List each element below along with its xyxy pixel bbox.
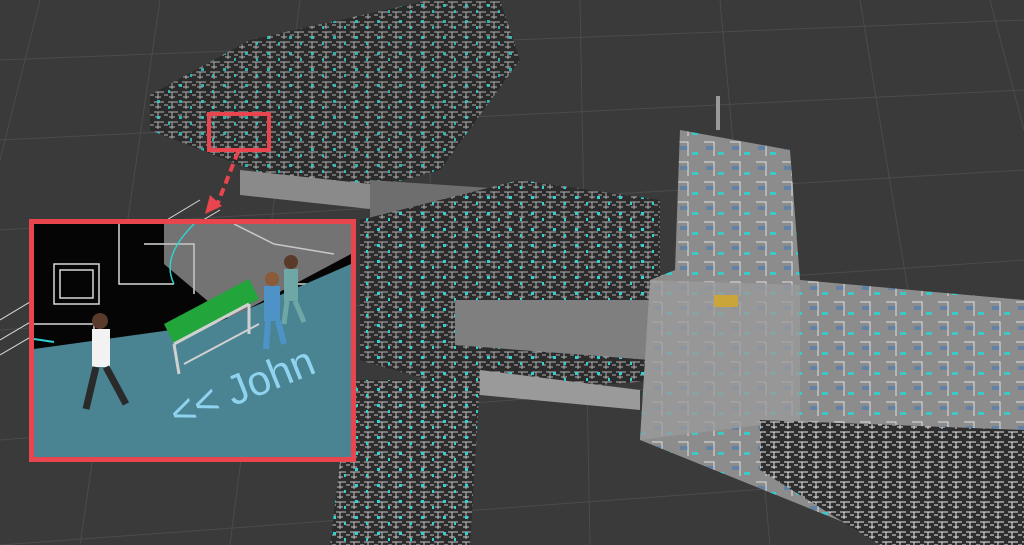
inset-scene: << John (34, 224, 351, 457)
callout-source-highlight (207, 112, 271, 152)
floor-plan-central-block[interactable] (360, 180, 660, 410)
zoom-inset-view: << John (29, 219, 356, 462)
floor-plan-north-wing[interactable] (150, 0, 520, 200)
hospital-main-building[interactable] (640, 96, 1024, 545)
